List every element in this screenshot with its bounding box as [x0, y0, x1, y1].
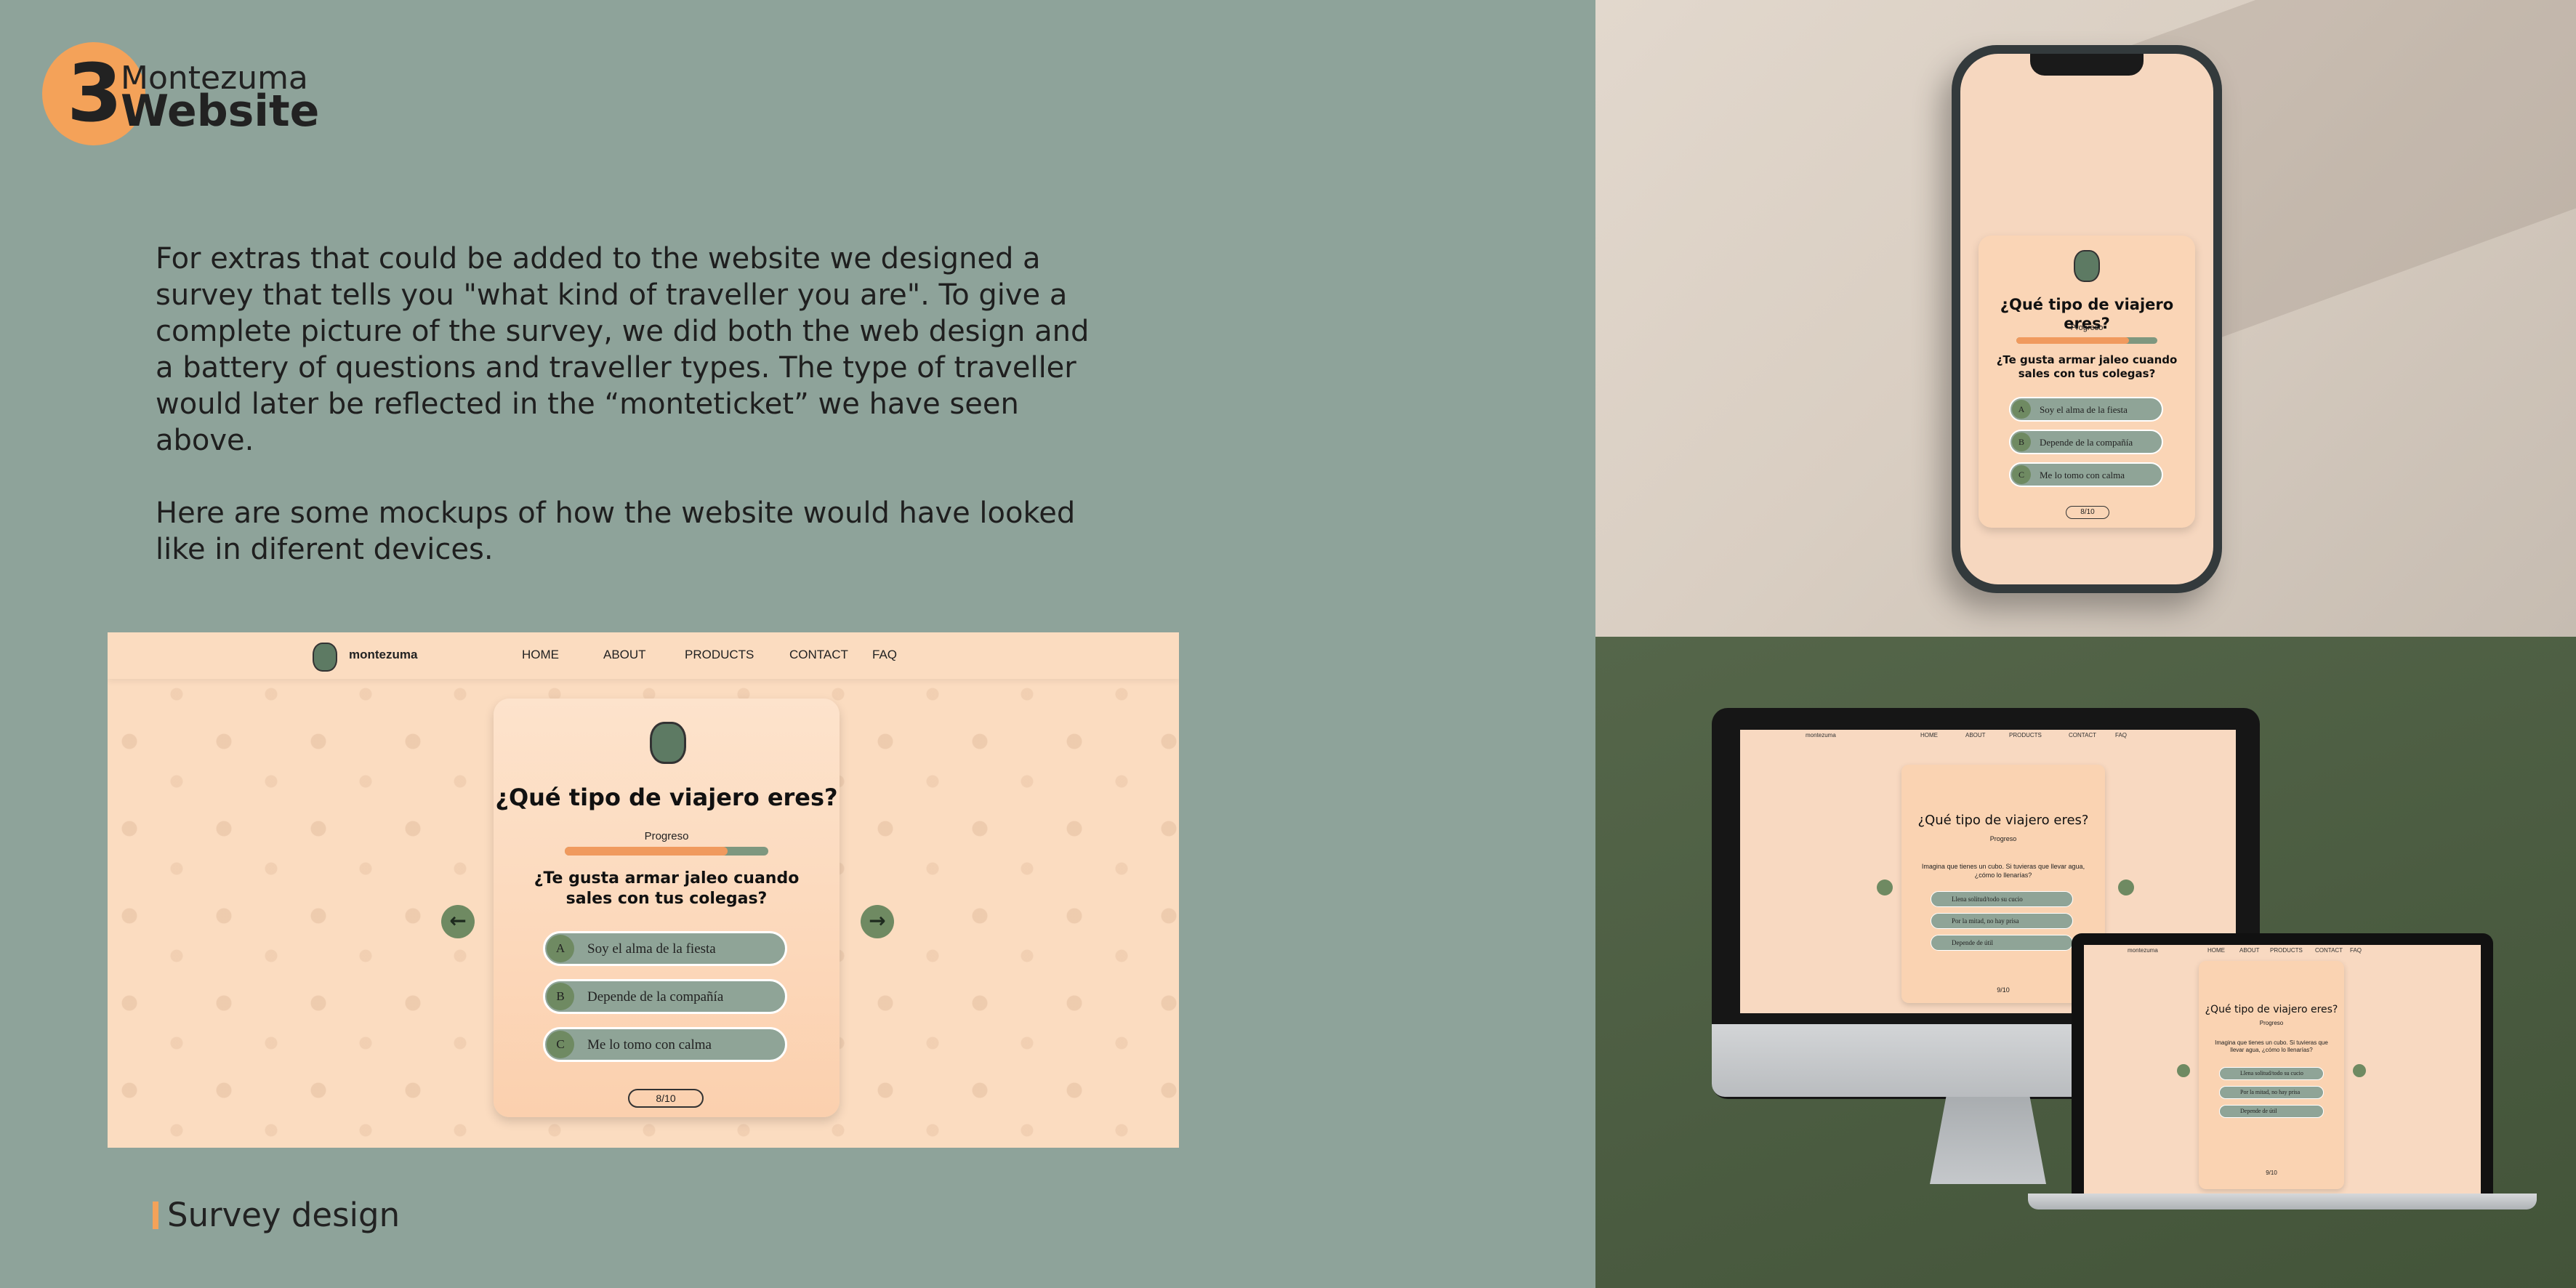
laptop-brand[interactable]: montezuma: [2128, 945, 2158, 957]
arrow-left-icon[interactable]: [2177, 1064, 2190, 1077]
section-title-line2: Website: [121, 86, 320, 137]
nav-products[interactable]: PRODUCTS: [685, 646, 754, 664]
phone-question-counter: 8/10: [2066, 506, 2109, 519]
survey-card: ¿Qué tipo de viajero eres? Progreso ¿Te …: [494, 699, 840, 1117]
laptop-nav-about[interactable]: ABOUT: [2239, 945, 2260, 957]
laptop-base: [2028, 1194, 2537, 1209]
option-text: Me lo tomo con calma: [587, 1037, 712, 1052]
smartphone: ¿Qué tipo de viajero eres? Progreso ¿Te …: [1952, 45, 2222, 593]
caption: Survey design: [167, 1196, 401, 1234]
option-text: Soy el alma de la fiesta: [587, 941, 716, 957]
laptop-nav-home[interactable]: HOME: [2207, 945, 2225, 957]
answer-option-a[interactable]: A Soy el alma de la fiesta: [543, 931, 787, 966]
laptop-navbar: montezuma HOME ABOUT PRODUCTS CONTACT FA…: [2084, 945, 2481, 957]
progress-label: Progreso: [644, 830, 689, 842]
option-letter: B: [2012, 432, 2031, 451]
imac-nav-about[interactable]: ABOUT: [1965, 730, 1986, 741]
laptop-nav-contact[interactable]: CONTACT: [2315, 945, 2343, 957]
arrow-right-icon[interactable]: [2118, 880, 2134, 895]
imac-progress-label: Progreso: [1989, 835, 2017, 842]
phone-screen: ¿Qué tipo de viajero eres? Progreso ¿Te …: [1960, 54, 2213, 584]
phone-answer-option-b[interactable]: B Depende de la compañía: [2009, 430, 2163, 454]
option-text: Soy el alma de la fiesta: [2040, 404, 2128, 415]
option-letter: A: [2012, 400, 2031, 419]
nav-home[interactable]: HOME: [522, 646, 559, 664]
phone-survey-card: ¿Qué tipo de viajero eres? Progreso ¿Te …: [1979, 236, 2195, 528]
laptop-nav-products[interactable]: PRODUCTS: [2270, 945, 2303, 957]
imac-answer-option-b[interactable]: Por la mitad, no hay prisa: [1931, 913, 2073, 929]
section-number: 3: [67, 47, 123, 140]
arrow-right-icon[interactable]: [2353, 1064, 2366, 1077]
nav-faq[interactable]: FAQ: [872, 646, 897, 664]
montezuma-mascot-icon: [650, 722, 686, 764]
laptop-nav-faq[interactable]: FAQ: [2350, 945, 2362, 957]
phone-mockup-photo: ¿Qué tipo de viajero eres? Progreso ¿Te …: [1595, 0, 2576, 637]
phone-progress-label: Progreso: [2070, 323, 2104, 332]
option-letter: C: [2012, 465, 2031, 484]
left-panel: 3 Montezuma Website For extras that coul…: [0, 0, 1595, 1288]
description-paragraph-2: Here are some mockups of how the website…: [156, 496, 1076, 566]
laptop-question-counter: 9/10: [2266, 1170, 2277, 1176]
laptop-survey-question: Imagina que tienes un cubo. Si tuvieras …: [2215, 1039, 2328, 1053]
progress-bar-fill: [565, 847, 728, 856]
phone-survey-question: ¿Te gusta armar jaleo cuando sales con t…: [1996, 353, 2178, 380]
laptop-answer-option-c[interactable]: Depende de útil: [2219, 1105, 2324, 1118]
website-mockup: montezuma HOME ABOUT PRODUCTS CONTACT FA…: [108, 632, 1179, 1148]
laptop-screen: montezuma HOME ABOUT PRODUCTS CONTACT FA…: [2084, 945, 2481, 1196]
caption-accent-bar: [153, 1202, 158, 1229]
phone-answer-option-a[interactable]: A Soy el alma de la fiesta: [2009, 397, 2163, 422]
imac-answer-option-c[interactable]: Depende de útil: [1931, 935, 2073, 951]
imac-navbar: montezuma HOME ABOUT PRODUCTS CONTACT FA…: [1740, 730, 2236, 741]
montezuma-mascot-icon: [2074, 250, 2100, 282]
option-letter: B: [547, 983, 574, 1010]
option-text: Me lo tomo con calma: [2040, 470, 2125, 480]
imac-answer-option-a[interactable]: Llena solitud/todo su cucio: [1931, 891, 2073, 907]
laptop-survey-title: ¿Qué tipo de viajero eres?: [2205, 1004, 2338, 1015]
imac-nav-home[interactable]: HOME: [1920, 730, 1938, 741]
phone-notch: [2030, 54, 2144, 76]
laptop-answer-option-a[interactable]: Llena solitud/todo su cucio: [2219, 1067, 2324, 1080]
option-text: Depende de la compañía: [587, 989, 724, 1005]
imac-stand: [1930, 1097, 2046, 1184]
answer-option-b[interactable]: B Depende de la compañía: [543, 979, 787, 1014]
laptop-answer-option-b[interactable]: Por la mitad, no hay prisa: [2219, 1086, 2324, 1099]
desktop-laptop-mockup-photo: montezuma HOME ABOUT PRODUCTS CONTACT FA…: [1595, 637, 2576, 1288]
imac-nav-contact[interactable]: CONTACT: [2069, 730, 2096, 741]
progress-bar: [565, 847, 768, 856]
montezuma-logo-icon[interactable]: [313, 643, 337, 672]
phone-progress-bar: [2016, 337, 2157, 344]
description-paragraph-1: For extras that could be added to the we…: [156, 242, 1090, 457]
nav-contact[interactable]: CONTACT: [789, 646, 848, 664]
phone-progress-fill: [2016, 337, 2130, 344]
imac-brand[interactable]: montezuma: [1806, 730, 1836, 741]
question-counter: 8/10: [628, 1089, 704, 1108]
laptop-progress-label: Progreso: [2259, 1020, 2284, 1026]
imac-nav-products[interactable]: PRODUCTS: [2009, 730, 2042, 741]
survey-title: ¿Qué tipo de viajero eres?: [495, 784, 838, 811]
site-brand[interactable]: montezuma: [349, 646, 417, 664]
option-text: Depende de la compañía: [2040, 437, 2133, 448]
survey-question: ¿Te gusta armar jaleo cuando sales con t…: [534, 869, 800, 908]
option-letter: C: [547, 1031, 574, 1058]
site-navbar: montezuma HOME ABOUT PRODUCTS CONTACT FA…: [108, 632, 1179, 679]
laptop-survey-card: ¿Qué tipo de viajero eres? Progreso Imag…: [2199, 961, 2344, 1189]
imac-survey-title: ¿Qué tipo de viajero eres?: [1917, 813, 2089, 828]
imac-survey-question: Imagina que tienes un cubo. Si tuvieras …: [1921, 863, 2085, 879]
arrow-left-icon[interactable]: ←: [441, 905, 475, 938]
option-letter: A: [547, 935, 574, 962]
nav-about[interactable]: ABOUT: [603, 646, 646, 664]
arrow-left-icon[interactable]: [1877, 880, 1893, 895]
imac-nav-faq[interactable]: FAQ: [2115, 730, 2127, 741]
answer-option-c[interactable]: C Me lo tomo con calma: [543, 1027, 787, 1062]
phone-answer-option-c[interactable]: C Me lo tomo con calma: [2009, 462, 2163, 487]
arrow-right-icon[interactable]: →: [861, 905, 894, 938]
